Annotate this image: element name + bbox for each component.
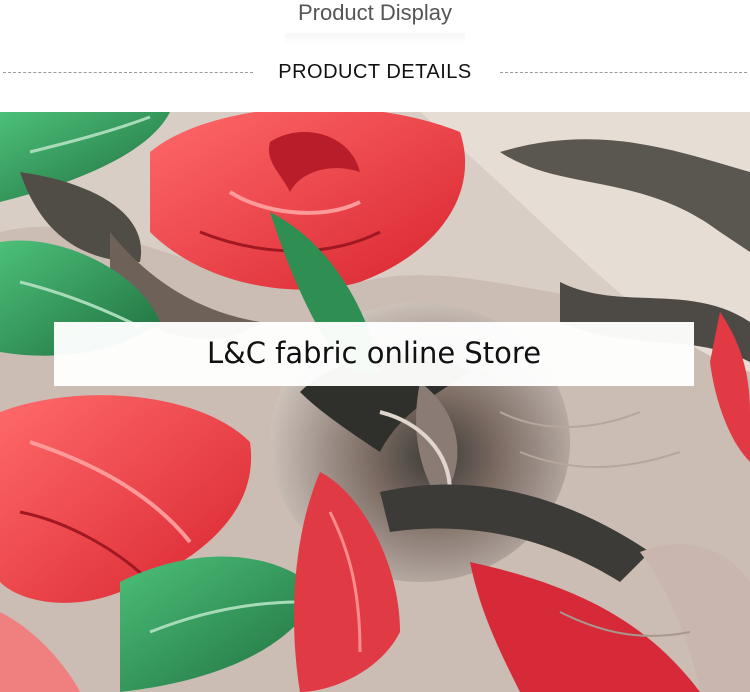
product-display-heading: Product Display: [297, 0, 453, 25]
heading-shadow: [285, 33, 465, 45]
fabric-photo-illustration: [0, 112, 750, 692]
store-name: L&C fabric online Store: [206, 336, 542, 370]
dashed-divider-right: [500, 72, 747, 73]
product-details-row: PRODUCT DETAILS: [0, 58, 750, 86]
page-header: Product Display PRODUCT DETAILS: [0, 0, 750, 112]
fabric-photo: L&C fabric online Store: [0, 112, 750, 692]
store-banner: L&C fabric online Store: [54, 322, 694, 386]
